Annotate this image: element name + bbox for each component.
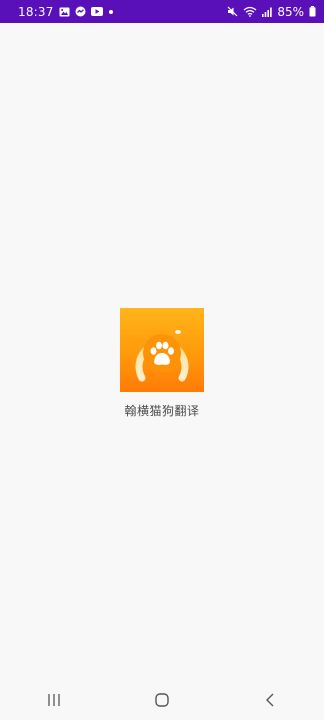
home-icon <box>155 693 169 707</box>
mute-icon <box>227 6 238 17</box>
recent-apps-button[interactable] <box>24 680 84 720</box>
app-name: 翰横猫狗翻译 <box>124 404 200 418</box>
gallery-icon <box>59 7 70 17</box>
battery-percent: 85% <box>277 4 304 19</box>
signal-icon <box>262 7 273 17</box>
messenger-icon <box>75 6 86 17</box>
status-time: 18:37 <box>18 4 54 19</box>
youtube-icon <box>90 7 103 16</box>
status-right: 85% <box>227 5 316 19</box>
wifi-icon <box>243 6 257 17</box>
back-icon <box>266 693 274 707</box>
app-icon <box>120 308 204 392</box>
battery-icon <box>309 6 316 17</box>
dot-icon <box>108 9 114 15</box>
home-button[interactable] <box>132 680 192 720</box>
splash-screen: 翰横猫狗翻译 <box>0 23 324 680</box>
status-bar: 18:37 85% <box>0 0 324 23</box>
navigation-bar <box>0 680 324 720</box>
splash-container: 翰横猫狗翻译 <box>0 308 324 419</box>
back-button[interactable] <box>240 680 300 720</box>
status-left: 18:37 <box>18 5 114 19</box>
paw-icon <box>135 330 189 382</box>
recent-apps-icon <box>48 694 60 706</box>
